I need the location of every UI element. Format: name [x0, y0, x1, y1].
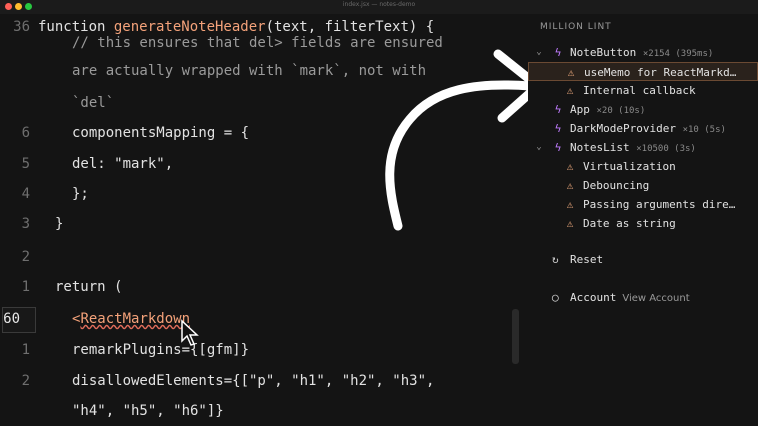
warning-icon: ⚠ — [566, 217, 574, 230]
line-number: 1 — [21, 342, 30, 358]
render-stats: ×2154 (395ms) — [642, 49, 714, 59]
window-title: index.jsx — notes-demo — [342, 1, 416, 8]
component-label: DarkModeProvider — [570, 122, 676, 135]
issue-label: Passing arguments dire… — [583, 198, 736, 211]
issue-row[interactable]: ⚠ Internal callback — [528, 81, 758, 100]
code-text: } — [55, 211, 63, 237]
code-token: return ( — [55, 279, 123, 295]
component-name: NotesList ×10500 (3s) — [570, 138, 696, 159]
window-titlebar: index.jsx — notes-demo — [0, 0, 758, 14]
issue-row[interactable]: ⚠ Passing arguments dire… — [528, 195, 758, 214]
render-stats: ×20 (10s) — [596, 106, 646, 116]
code-text: `del` — [72, 90, 114, 116]
component-row[interactable]: ⌄ ϟ NoteButton ×2154 (395ms) — [528, 43, 758, 62]
chevron-down-icon[interactable]: ⌄ — [534, 138, 544, 157]
jsx-tag: ReactMarkdown — [80, 311, 191, 327]
million-lint-panel: MILLION LINT ⌄ ϟ NoteButton ×2154 (395ms) ⚠… — [528, 14, 758, 426]
line-number: 2 — [21, 373, 30, 389]
line-number: 1 — [21, 279, 30, 295]
line-number: 6 — [21, 125, 30, 141]
code-text: componentsMapping = { — [72, 120, 249, 146]
component-row[interactable]: ⌄ ϟ NotesList ×10500 (3s) — [528, 138, 758, 157]
code-token: "h4", "h5", "h6"]} — [72, 403, 224, 419]
code-line[interactable]: 2 — [0, 244, 526, 270]
code-line[interactable]: 60 <ReactMarkdown — [0, 306, 526, 332]
view-account-link[interactable]: View Account — [622, 293, 689, 304]
line-number: 4 — [21, 186, 30, 202]
issue-label: Virtualization — [583, 160, 676, 173]
issue-row[interactable]: ⚠ useMemo for ReactMarkd… — [528, 62, 758, 81]
reset-button[interactable]: ↻ Reset — [528, 250, 758, 270]
code-text: remarkPlugins={[gfm]} — [72, 337, 249, 363]
component-row[interactable]: ϟ App ×20 (10s) — [528, 100, 758, 119]
render-stats: ×10500 (3s) — [636, 144, 696, 154]
panel-title: MILLION LINT — [540, 22, 612, 32]
code-token: are actually wrapped with `mark`, not wi… — [72, 63, 427, 79]
code-token: } — [55, 216, 64, 232]
issue-label: Date as string — [583, 217, 676, 230]
code-token: `del` — [72, 95, 115, 111]
code-token: disallowedElements={["p", "h1", "h2", "h… — [72, 373, 435, 389]
line-number: 2 — [21, 249, 30, 265]
code-text: del: "mark", — [72, 151, 173, 177]
render-stats: ×10 (5s) — [682, 125, 726, 135]
warning-icon: ⚠ — [566, 179, 574, 192]
reset-label: Reset — [570, 253, 604, 266]
code-text: return ( — [55, 274, 122, 300]
code-token: remarkPlugins={[gfm]} — [72, 342, 250, 358]
account-label: Account — [570, 291, 617, 304]
code-line[interactable]: 1 return ( — [0, 274, 526, 300]
issue-label: Debouncing — [583, 179, 650, 192]
chevron-down-icon[interactable]: ⌄ — [534, 43, 544, 62]
mouse-cursor-icon — [181, 319, 199, 346]
line-number: 60 — [3, 311, 20, 327]
warning-icon: ⚠ — [566, 160, 574, 173]
code-text: "h4", "h5", "h6"]} — [72, 398, 224, 424]
component-name: DarkModeProvider ×10 (5s) — [570, 119, 726, 140]
issue-row[interactable]: ⚠ Debouncing — [528, 176, 758, 195]
issue-row[interactable]: ⚠ Virtualization — [528, 157, 758, 176]
component-row[interactable]: ϟ DarkModeProvider ×10 (5s) — [528, 119, 758, 138]
bolt-icon: ϟ — [554, 46, 562, 59]
component-label: NoteButton — [570, 46, 637, 59]
code-text: are actually wrapped with `mark`, not wi… — [72, 58, 426, 84]
issue-label: useMemo for ReactMarkd… — [584, 66, 737, 79]
issue-row[interactable]: ⚠ Date as string — [528, 214, 758, 233]
account-icon: ◯ — [552, 291, 559, 304]
account-row[interactable]: ◯ Account View Account — [528, 288, 758, 308]
bolt-icon: ϟ — [554, 141, 562, 154]
component-name: NoteButton ×2154 (395ms) — [570, 43, 713, 64]
code-token: del: "mark", — [72, 156, 174, 172]
code-text: <ReactMarkdown — [72, 306, 190, 332]
issue-label: Internal callback — [583, 84, 696, 97]
bolt-icon: ϟ — [554, 103, 562, 116]
code-token: componentsMapping = { — [72, 125, 250, 141]
warning-icon: ⚠ — [566, 84, 574, 97]
annotation-arrow-icon — [385, 49, 543, 231]
warning-icon: ⚠ — [566, 198, 574, 211]
code-line[interactable]: 2 disallowedElements={["p", "h1", "h2", "… — [0, 368, 526, 394]
component-name: App ×20 (10s) — [570, 100, 645, 121]
code-text: disallowedElements={["p", "h1", "h2", "h… — [72, 368, 434, 394]
component-label: NotesList — [570, 141, 630, 154]
reset-icon: ↻ — [552, 253, 559, 266]
component-label: App — [570, 103, 590, 116]
bolt-icon: ϟ — [554, 122, 562, 135]
line-number: 5 — [21, 156, 30, 172]
code-token: }; — [72, 186, 89, 202]
line-number: 3 — [21, 216, 30, 232]
code-line[interactable]: 1 remarkPlugins={[gfm]} — [0, 337, 526, 363]
code-line[interactable]: "h4", "h5", "h6"]} — [0, 398, 526, 424]
warning-icon: ⚠ — [567, 66, 575, 79]
code-text: }; — [72, 181, 89, 207]
